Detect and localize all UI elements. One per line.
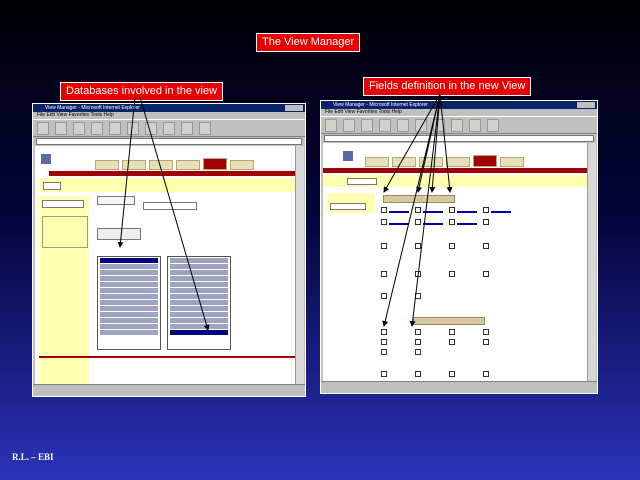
arrow-to-db-list [117, 96, 136, 248]
arrow-field-1 [383, 93, 441, 193]
footer-credit: R.L. – EBI [12, 452, 54, 462]
arrow-field-4 [439, 93, 453, 193]
arrow-field-6 [409, 93, 441, 327]
annotation-arrows [117, 93, 453, 331]
arrow-field-5 [382, 93, 441, 327]
arrow-to-selected-db [139, 96, 210, 331]
